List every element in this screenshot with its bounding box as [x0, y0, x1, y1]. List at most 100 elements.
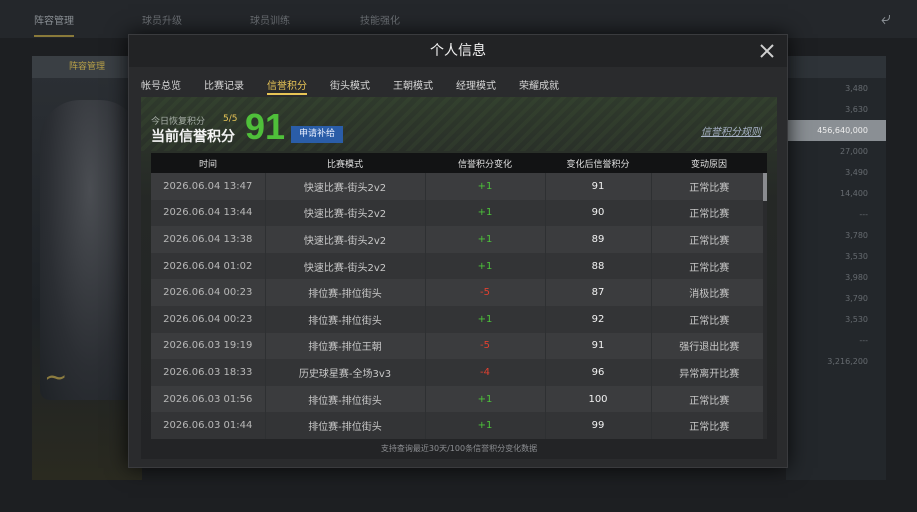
cell-reason: 正常比赛: [651, 412, 767, 439]
cell-change: -5: [425, 279, 546, 306]
modal-title: 个人信息: [129, 35, 787, 67]
background-stat-row: 3,490: [845, 168, 868, 177]
cell-reason: 正常比赛: [651, 305, 767, 333]
cell-time: 2026.06.03 01:44: [151, 412, 266, 439]
background-stat-row: 3,530: [845, 315, 868, 324]
player-portrait: [40, 100, 140, 400]
background-tab[interactable]: 球员升级: [142, 12, 182, 27]
cell-time: 2026.06.04 01:02: [151, 252, 266, 280]
apply-supply-button[interactable]: 申请补给: [291, 126, 343, 143]
cell-reason: 正常比赛: [651, 385, 767, 413]
cell-after-score: 92: [545, 305, 652, 333]
background-stat-row: 456,640,000: [786, 120, 886, 141]
cell-reason: 正常比赛: [651, 199, 767, 227]
credit-rules-link[interactable]: 信誉积分规则: [701, 123, 761, 138]
cell-reason: 异常离开比赛: [651, 359, 767, 386]
query-limit-note: 支持查询最近30天/100条信誉积分变化数据: [380, 444, 538, 453]
current-credit-label: 当前信誉积分: [151, 129, 235, 145]
table-row: 2026.06.04 01:02 快速比赛-街头2v2 +1 88 正常比赛: [151, 252, 767, 280]
tab-manager-mode[interactable]: 经理模式: [456, 71, 496, 95]
table-row: 2026.06.04 00:23 排位赛-排位街头 -5 87 消极比赛: [151, 279, 767, 306]
table-row: 2026.06.04 13:38 快速比赛-街头2v2 +1 89 正常比赛: [151, 226, 767, 253]
modal-tabs: 帐号总览 比赛记录 信誉积分 街头模式 王朝模式 经理模式 荣耀成就: [141, 71, 582, 95]
background-tab[interactable]: 球员训练: [250, 12, 290, 27]
credit-history-table: 时间 比赛模式 信誉积分变化 变化后信誉积分 变动原因 2026.06.04 1…: [151, 153, 767, 439]
cell-after-score: 87: [545, 279, 652, 306]
table-row: 2026.06.04 00:23 排位赛-排位街头 +1 92 正常比赛: [151, 305, 767, 333]
background-tab[interactable]: 阵容管理: [34, 12, 74, 37]
back-arrow-icon[interactable]: ⤶: [881, 8, 891, 29]
daily-recover-value: 5/5: [223, 114, 238, 124]
tab-credit-score[interactable]: 信誉积分: [267, 71, 307, 95]
background-stat-row: 3,790: [845, 294, 868, 303]
close-icon[interactable]: [757, 41, 777, 61]
cell-after-score: 96: [545, 359, 652, 386]
tab-honor-achievements[interactable]: 荣耀成就: [519, 71, 559, 95]
cell-change: -5: [425, 332, 546, 360]
cell-time: 2026.06.04 13:44: [151, 199, 266, 227]
cell-mode: 快速比赛-街头2v2: [265, 173, 426, 200]
cell-time: 2026.06.04 00:23: [151, 305, 266, 333]
table-row: 2026.06.04 13:44 快速比赛-街头2v2 +1 90 正常比赛: [151, 199, 767, 227]
cell-mode: 排位赛-排位街头: [265, 412, 426, 439]
tab-dynasty-mode[interactable]: 王朝模式: [393, 71, 433, 95]
tab-account-overview[interactable]: 帐号总览: [141, 71, 181, 95]
cell-after-score: 100: [545, 385, 652, 413]
cell-reason: 消极比赛: [651, 279, 767, 306]
cell-reason: 正常比赛: [651, 226, 767, 253]
cell-reason: 正常比赛: [651, 252, 767, 280]
cell-reason: 强行退出比赛: [651, 332, 767, 360]
cell-change: -4: [425, 359, 546, 386]
cell-mode: 排位赛-排位王朝: [265, 332, 426, 360]
tab-street-mode[interactable]: 街头模式: [330, 71, 370, 95]
table-row: 2026.06.03 01:44 排位赛-排位街头 +1 99 正常比赛: [151, 412, 767, 439]
table-row: 2026.06.03 01:56 排位赛-排位街头 +1 100 正常比赛: [151, 385, 767, 413]
cell-after-score: 88: [545, 252, 652, 280]
cell-time: 2026.06.04 13:47: [151, 173, 266, 200]
background-card-header: 阵容管理: [32, 56, 142, 78]
cell-mode: 排位赛-排位街头: [265, 385, 426, 413]
background-stat-row: 3,480: [845, 84, 868, 93]
background-stat-row: ---: [859, 210, 868, 219]
cell-change: +1: [425, 385, 546, 413]
cell-mode: 历史球星赛-全场3v3: [265, 359, 426, 386]
cell-after-score: 91: [545, 332, 652, 360]
table-row: 2026.06.04 13:47 快速比赛-街头2v2 +1 91 正常比赛: [151, 173, 767, 200]
current-credit-value: 91: [245, 106, 286, 147]
cell-time: 2026.06.03 01:56: [151, 385, 266, 413]
background-stat-row: 3,780: [845, 231, 868, 240]
cell-change: +1: [425, 252, 546, 280]
cell-after-score: 90: [545, 199, 652, 227]
cell-change: +1: [425, 173, 546, 200]
cell-after-score: 99: [545, 412, 652, 439]
table-scrollbar[interactable]: [763, 173, 767, 439]
cell-change: +1: [425, 226, 546, 253]
cell-mode: 排位赛-排位街头: [265, 305, 426, 333]
background-stat-row: 14,400: [840, 189, 868, 198]
background-stat-row: 3,980: [845, 273, 868, 282]
cell-change: +1: [425, 412, 546, 439]
scrollbar-thumb[interactable]: [763, 173, 767, 201]
cell-change: +1: [425, 305, 546, 333]
background-stat-row: ---: [859, 336, 868, 345]
background-stat-row: 27,000: [840, 147, 868, 156]
cell-mode: 排位赛-排位街头: [265, 279, 426, 306]
cell-after-score: 89: [545, 226, 652, 253]
background-stat-row: 3,530: [845, 252, 868, 261]
background-stat-row: 3,216,200: [827, 357, 868, 366]
background-stats-column: 3,480 3,630 456,640,000 27,000 3,490 14,400 --…: [786, 56, 886, 480]
column-header-after: 变化后信誉积分: [545, 153, 651, 173]
background-stat-row: 3,630: [845, 105, 868, 114]
tab-match-records[interactable]: 比赛记录: [204, 71, 244, 95]
cell-time: 2026.06.03 19:19: [151, 332, 266, 360]
cell-time: 2026.06.04 13:38: [151, 226, 266, 253]
cell-change: +1: [425, 199, 546, 227]
cell-after-score: 91: [545, 173, 652, 200]
player-signature: ~: [44, 360, 68, 393]
column-header-time: 时间: [151, 153, 265, 173]
table-row: 2026.06.03 19:19 排位赛-排位王朝 -5 91 强行退出比赛: [151, 332, 767, 360]
background-tab[interactable]: 技能强化: [360, 12, 400, 27]
credit-score-panel: 今日恢复积分 5/5 当前信誉积分 91 申请补给 信誉积分规则 时间 比赛模式…: [141, 97, 777, 459]
cell-mode: 快速比赛-街头2v2: [265, 226, 426, 253]
column-header-change: 信誉积分变化: [425, 153, 545, 173]
